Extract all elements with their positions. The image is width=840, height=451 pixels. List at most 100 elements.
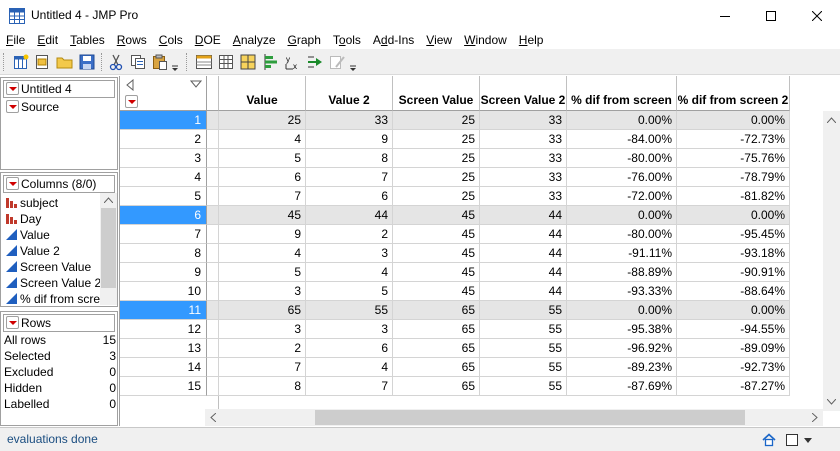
table-cell[interactable]: -80.00% — [567, 225, 677, 244]
table-cell[interactable]: 55 — [480, 320, 567, 339]
menu-rows[interactable]: Rows — [111, 31, 153, 49]
copy-icon[interactable] — [129, 53, 147, 71]
table-cell[interactable]: 44 — [480, 282, 567, 301]
data-view-icon[interactable] — [195, 53, 213, 71]
table-cell[interactable]: 6 — [306, 339, 393, 358]
table-cell[interactable]: -95.45% — [677, 225, 790, 244]
table-cell[interactable]: 0.00% — [567, 301, 677, 320]
table-cell[interactable]: 9 — [306, 130, 393, 149]
scroll-up-icon[interactable] — [827, 117, 836, 123]
table-cell[interactable]: 45 — [219, 206, 306, 225]
triangle-down-icon[interactable] — [190, 79, 202, 89]
table-cell[interactable]: 0.00% — [677, 301, 790, 320]
table-cell[interactable]: 7 — [306, 168, 393, 187]
table-cell[interactable]: 33 — [306, 111, 393, 130]
table-cell[interactable]: 25 — [219, 111, 306, 130]
menu-graph[interactable]: Graph — [282, 31, 327, 49]
open-folder-icon[interactable] — [56, 53, 74, 71]
row-number[interactable]: 9 — [120, 263, 207, 282]
chevron-down-icon[interactable] — [171, 53, 179, 71]
table-cell[interactable]: 2 — [219, 339, 306, 358]
source-menu-button[interactable] — [6, 100, 19, 113]
table-cell[interactable]: -88.89% — [567, 263, 677, 282]
table-cell[interactable]: 25 — [393, 168, 480, 187]
table-cell[interactable]: 44 — [480, 263, 567, 282]
menu-doe[interactable]: DOE — [189, 31, 227, 49]
row-number[interactable]: 1 — [120, 111, 207, 130]
table-cell[interactable]: -89.23% — [567, 358, 677, 377]
table-cell[interactable]: -94.55% — [677, 320, 790, 339]
fit-y-by-x-icon[interactable]: yx — [284, 53, 302, 71]
table-cell[interactable]: 8 — [219, 377, 306, 396]
table-cell[interactable]: 65 — [393, 358, 480, 377]
row-number[interactable]: 14 — [120, 358, 207, 377]
table-cell[interactable]: 44 — [480, 244, 567, 263]
table-cell[interactable]: -76.00% — [567, 168, 677, 187]
columns-header[interactable]: Columns (8/0) — [3, 175, 115, 193]
new-data-table-icon[interactable] — [12, 53, 30, 71]
column-list-item[interactable]: Value 2 — [5, 243, 60, 259]
column-list-item[interactable]: Value — [5, 227, 50, 243]
menu-edit[interactable]: Edit — [31, 31, 64, 49]
column-list-item[interactable]: Day — [5, 211, 41, 227]
scroll-down-icon[interactable] — [827, 399, 836, 405]
table-cell[interactable]: 0.00% — [677, 111, 790, 130]
row-number[interactable]: 3 — [120, 149, 207, 168]
chevron-down-icon[interactable] — [349, 53, 357, 71]
table-cell[interactable]: -84.00% — [567, 130, 677, 149]
column-header[interactable]: Screen Value — [393, 76, 480, 111]
table-cell[interactable]: 0.00% — [567, 111, 677, 130]
table-cell[interactable]: 3 — [306, 320, 393, 339]
table-cell[interactable]: 55 — [480, 301, 567, 320]
table-cell[interactable]: 7 — [306, 377, 393, 396]
table-cell[interactable]: -87.27% — [677, 377, 790, 396]
table-cell[interactable]: 44 — [480, 225, 567, 244]
table-cell[interactable]: 5 — [219, 149, 306, 168]
row-number[interactable]: 11 — [120, 301, 207, 320]
row-number[interactable]: 7 — [120, 225, 207, 244]
distribution-icon[interactable] — [262, 53, 280, 71]
column-list-item[interactable]: % dif from scre — [5, 291, 100, 307]
table-cell[interactable]: -93.33% — [567, 282, 677, 301]
table-menu-button[interactable] — [6, 82, 19, 95]
table-cell[interactable]: 8 — [306, 149, 393, 168]
paste-icon[interactable] — [151, 53, 169, 71]
table-cell[interactable]: 4 — [306, 358, 393, 377]
menu-window[interactable]: Window — [458, 31, 513, 49]
menu-tables[interactable]: Tables — [64, 31, 111, 49]
menu-help[interactable]: Help — [513, 31, 550, 49]
column-header[interactable]: Value 2 — [306, 76, 393, 111]
table-cell[interactable]: 25 — [393, 187, 480, 206]
corner-header[interactable] — [120, 76, 207, 111]
row-number[interactable]: 8 — [120, 244, 207, 263]
table-cell[interactable]: 55 — [306, 301, 393, 320]
table-cell[interactable]: -90.91% — [677, 263, 790, 282]
column-list-item[interactable]: subject — [5, 195, 58, 211]
table-cell[interactable]: 65 — [219, 301, 306, 320]
rows-selector-menu-button[interactable] — [125, 95, 138, 108]
scroll-up-icon[interactable] — [104, 197, 113, 203]
cut-icon[interactable] — [107, 53, 125, 71]
rows-menu-button[interactable] — [6, 316, 19, 329]
table-cell[interactable]: 0.00% — [677, 206, 790, 225]
horizontal-scroll-thumb[interactable] — [315, 410, 745, 425]
menu-file[interactable]: File — [0, 31, 31, 49]
menu-cols[interactable]: Cols — [153, 31, 189, 49]
scroll-right-icon[interactable] — [812, 413, 818, 422]
column-header[interactable]: % dif from screen 2 — [677, 76, 790, 111]
column-list-item[interactable]: Screen Value — [5, 259, 91, 275]
table-cell[interactable]: 25 — [393, 111, 480, 130]
table-cell[interactable]: 7 — [219, 187, 306, 206]
columns-scroll-thumb[interactable] — [101, 208, 116, 288]
save-icon[interactable] — [78, 53, 96, 71]
open-icon[interactable] — [34, 53, 52, 71]
table-cell[interactable]: 45 — [393, 282, 480, 301]
row-number[interactable]: 5 — [120, 187, 207, 206]
table-cell[interactable]: -92.73% — [677, 358, 790, 377]
table-cell[interactable]: -88.64% — [677, 282, 790, 301]
menu-view[interactable]: View — [420, 31, 458, 49]
table-cell[interactable]: 33 — [480, 130, 567, 149]
column-header[interactable]: % dif from screen — [567, 76, 677, 111]
edit-icon[interactable] — [328, 53, 346, 71]
table-cell[interactable]: -72.00% — [567, 187, 677, 206]
